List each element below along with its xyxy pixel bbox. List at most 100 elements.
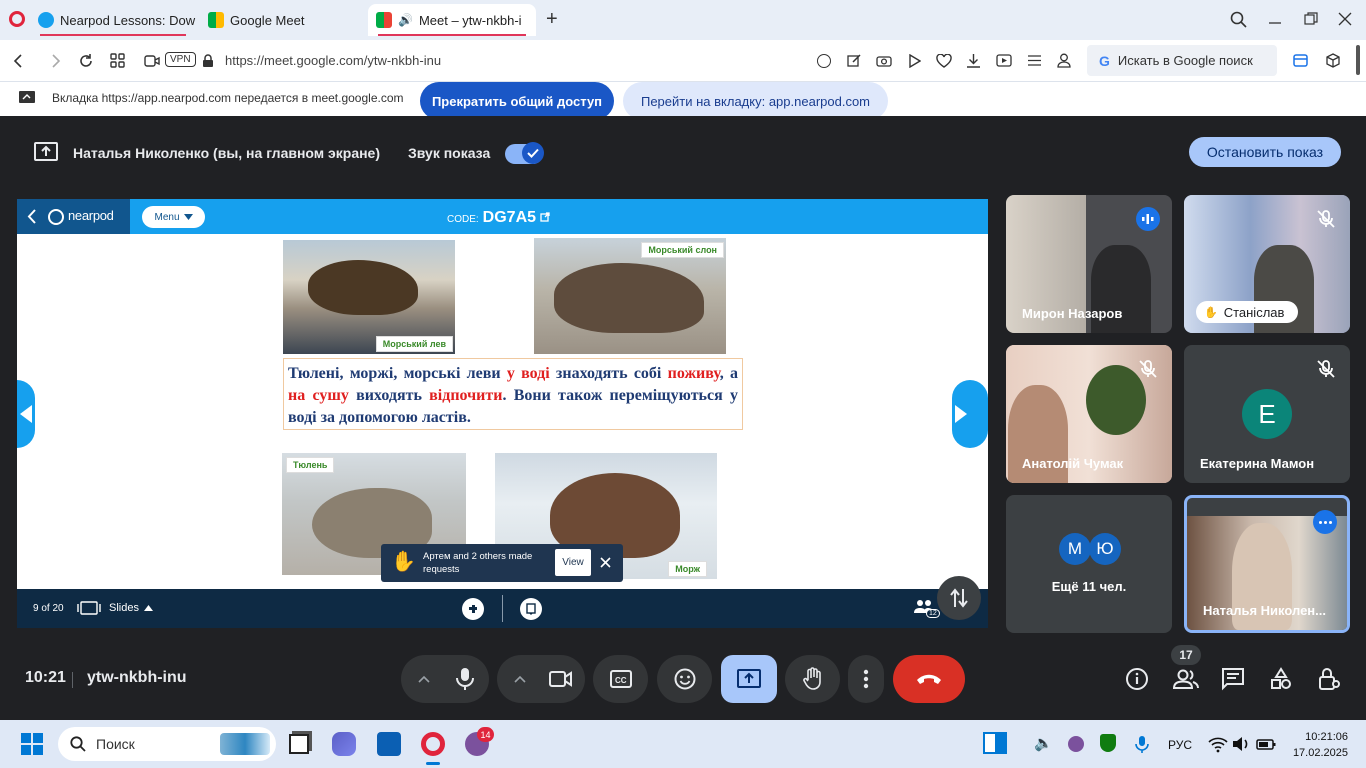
participant-tile-anatoliy[interactable]: Анатолій Чумак bbox=[1006, 345, 1172, 483]
tab-google-meet[interactable]: Google Meet bbox=[200, 4, 360, 36]
store-icon[interactable] bbox=[377, 732, 401, 756]
lock-icon[interactable] bbox=[202, 54, 214, 68]
nearpod-code[interactable]: CODE: DG7A5 bbox=[447, 209, 550, 227]
tray-mic-icon[interactable] bbox=[1132, 734, 1152, 754]
edit-icon[interactable] bbox=[847, 53, 862, 68]
arrow-left-icon bbox=[20, 405, 32, 423]
participant-name: Екатерина Мамон bbox=[1200, 456, 1315, 471]
participant-tile-self[interactable]: Наталья Николен... bbox=[1184, 495, 1350, 633]
nearpod-back-icon[interactable] bbox=[27, 209, 37, 224]
forward-icon[interactable] bbox=[48, 54, 62, 68]
reload-icon[interactable] bbox=[78, 53, 94, 69]
video-popout-icon[interactable] bbox=[996, 54, 1012, 67]
next-slide-button[interactable] bbox=[952, 380, 988, 448]
snapshot-icon[interactable] bbox=[876, 54, 892, 67]
caret-up-icon bbox=[143, 605, 153, 611]
slides-toggle[interactable]: Slides bbox=[109, 602, 153, 614]
search-tabs-icon[interactable] bbox=[1230, 11, 1247, 28]
heart-icon[interactable] bbox=[936, 54, 952, 68]
external-link-icon[interactable] bbox=[540, 212, 550, 222]
toast-view-button[interactable]: View bbox=[555, 549, 591, 576]
extensions-cube-icon[interactable] bbox=[1326, 53, 1340, 68]
volume-icon[interactable] bbox=[1231, 734, 1251, 754]
viber-tray-icon[interactable] bbox=[1068, 736, 1084, 752]
google-search-field[interactable]: G Искать в Google поиск bbox=[1087, 45, 1277, 76]
easy-setup-icon[interactable] bbox=[1027, 54, 1042, 67]
reactions-button[interactable] bbox=[657, 655, 712, 703]
more-options-icon[interactable] bbox=[1313, 510, 1337, 534]
people-button[interactable]: 17 bbox=[1171, 645, 1201, 695]
restore-icon[interactable] bbox=[1304, 12, 1318, 26]
activities-icon[interactable] bbox=[1269, 667, 1293, 691]
vpn-badge[interactable]: VPN bbox=[165, 52, 196, 67]
toggle-check-icon[interactable] bbox=[522, 142, 544, 164]
smile-icon[interactable] bbox=[817, 54, 831, 68]
toast-message: Артем and 2 others made requests bbox=[423, 551, 533, 575]
download-icon[interactable] bbox=[966, 53, 981, 68]
more-options-button[interactable] bbox=[848, 655, 884, 703]
slides-thumbnail-icon[interactable] bbox=[76, 601, 102, 615]
raise-hand-button[interactable] bbox=[785, 655, 840, 703]
participant-avatar: Е bbox=[1242, 389, 1292, 439]
stop-presenting-button[interactable]: Остановить показ bbox=[1189, 137, 1341, 167]
switch-to-tab-button[interactable]: Перейти на вкладку: app.nearpod.com bbox=[623, 82, 888, 120]
account-icon[interactable] bbox=[1057, 53, 1071, 68]
battery-icon[interactable] bbox=[1256, 734, 1276, 754]
slide-text-highlight: поживу bbox=[667, 365, 720, 382]
language-indicator[interactable]: РУС bbox=[1168, 738, 1192, 752]
previous-slide-button[interactable] bbox=[17, 380, 35, 448]
meet-clock: 10:21 bbox=[25, 669, 66, 686]
sidebar-tabs-icon[interactable] bbox=[1293, 54, 1308, 68]
mic-off-icon bbox=[1317, 210, 1335, 228]
swap-layout-button[interactable] bbox=[937, 576, 981, 620]
elephant-seal-caption: Морський слон bbox=[641, 242, 724, 258]
captions-button[interactable]: CC bbox=[593, 655, 648, 703]
participant-tile-ekaterina[interactable]: Е Екатерина Мамон bbox=[1184, 345, 1350, 483]
present-button[interactable] bbox=[721, 655, 777, 703]
volume-red-icon[interactable]: 🔈 bbox=[1034, 734, 1054, 754]
opera-logo-icon[interactable] bbox=[9, 11, 25, 27]
slide-text-segment: , а bbox=[719, 365, 739, 382]
chat-icon[interactable] bbox=[1221, 667, 1245, 691]
tab-meet-active[interactable]: 🔊 Meet – ytw-nkbh-i bbox=[368, 4, 536, 36]
stop-sharing-button[interactable]: Прекратить общий доступ bbox=[420, 82, 614, 120]
wifi-icon[interactable] bbox=[1208, 734, 1228, 754]
tab-nearpod[interactable]: Nearpod Lessons: Downlo bbox=[30, 4, 196, 36]
more-participants-label: Ещё 11 чел. bbox=[1051, 579, 1127, 594]
speaking-indicator-icon bbox=[1136, 207, 1160, 231]
play-icon[interactable] bbox=[908, 54, 921, 68]
nearpod-logo-block[interactable]: nearpod bbox=[17, 199, 130, 234]
minimize-icon[interactable] bbox=[1268, 12, 1282, 26]
camera-icon[interactable] bbox=[549, 670, 573, 688]
camera-indicator-icon[interactable] bbox=[144, 54, 160, 68]
annotation-icon[interactable] bbox=[520, 598, 542, 620]
microphone-icon[interactable] bbox=[455, 667, 475, 691]
close-window-icon[interactable] bbox=[1338, 12, 1352, 26]
nearpod-menu-button[interactable]: Menu bbox=[142, 206, 205, 228]
meeting-info-icon[interactable] bbox=[1125, 667, 1149, 691]
url-field[interactable]: https://meet.google.com/ytw-nkbh-inu bbox=[225, 53, 441, 68]
widgets-icon[interactable] bbox=[983, 732, 1007, 754]
participant-tile-stanislav[interactable]: ✋ Станіслав bbox=[1184, 195, 1350, 333]
toast-close-icon[interactable] bbox=[600, 557, 611, 568]
nearpod-participants[interactable]: 12 bbox=[914, 597, 940, 621]
opera-taskbar-icon[interactable] bbox=[421, 732, 445, 756]
audio-options-chevron-icon[interactable] bbox=[418, 675, 430, 683]
taskbar-search[interactable]: Поиск bbox=[58, 727, 276, 761]
activity-puzzle-icon[interactable] bbox=[462, 598, 484, 620]
participant-tile-miron[interactable]: Мирон Назаров bbox=[1006, 195, 1172, 333]
video-options-chevron-icon[interactable] bbox=[514, 675, 526, 683]
mic-control-group bbox=[401, 655, 489, 703]
chat-app-icon[interactable] bbox=[332, 732, 356, 756]
more-participants-tile[interactable]: М Ю Ещё 11 чел. bbox=[1006, 495, 1172, 633]
host-controls-icon[interactable] bbox=[1317, 667, 1341, 691]
speed-dial-icon[interactable] bbox=[110, 53, 126, 69]
task-view-icon[interactable] bbox=[289, 734, 309, 754]
windows-start-icon[interactable] bbox=[21, 733, 43, 755]
back-icon[interactable] bbox=[12, 54, 26, 68]
leave-call-button[interactable] bbox=[893, 655, 965, 703]
new-tab-button[interactable]: + bbox=[546, 9, 558, 29]
system-clock[interactable]: 10:21:06 17.02.2025 bbox=[1290, 729, 1348, 761]
window-scrollbar[interactable] bbox=[1356, 45, 1360, 75]
security-icon[interactable] bbox=[1100, 734, 1116, 752]
